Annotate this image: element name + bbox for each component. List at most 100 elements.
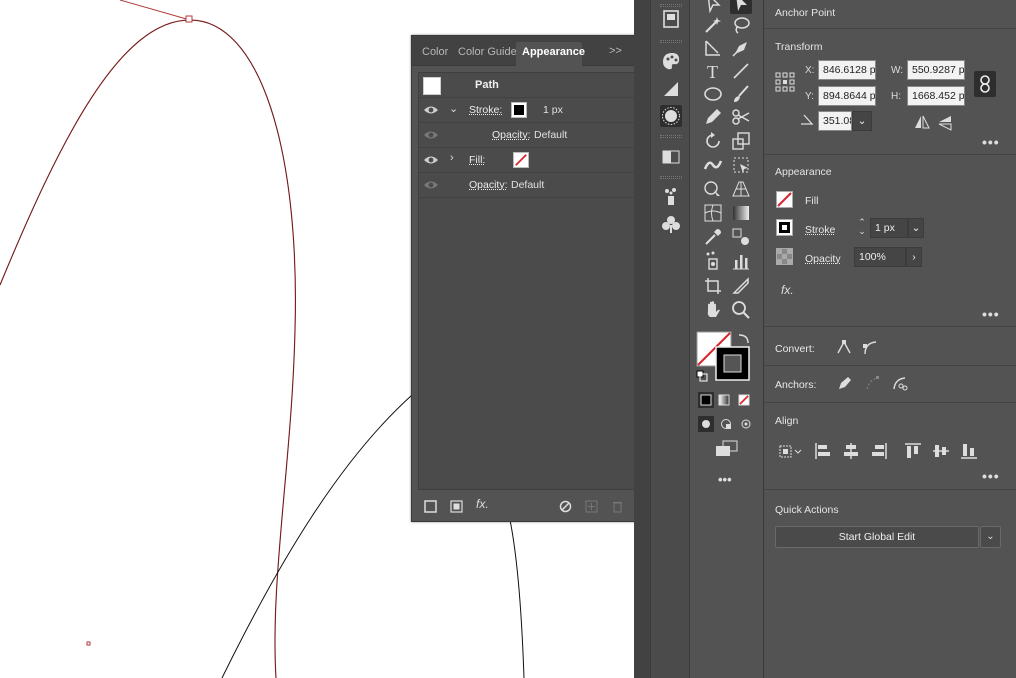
chevron-down-icon[interactable]: ⌄ xyxy=(980,526,1001,548)
column-graph-tool-icon[interactable] xyxy=(730,250,752,272)
chevron-down-icon[interactable]: ⌄ xyxy=(908,218,924,238)
stroke-label[interactable]: Stroke: xyxy=(469,104,502,116)
direct-selection-tool-icon[interactable] xyxy=(702,0,724,14)
opacity-label[interactable]: Opacity: xyxy=(469,179,508,191)
x-position-field[interactable]: 846.6128 p xyxy=(818,60,876,80)
hand-tool-icon[interactable] xyxy=(702,299,724,321)
dock-grip[interactable] xyxy=(660,40,682,43)
visibility-eye-icon[interactable] xyxy=(423,129,439,141)
align-bottom-icon[interactable] xyxy=(960,442,978,460)
width-field[interactable]: 550.9287 p xyxy=(907,60,965,80)
height-field[interactable]: 1668.452 p xyxy=(907,86,965,106)
align-top-icon[interactable] xyxy=(904,442,922,460)
symbols-sprayer-icon[interactable] xyxy=(660,186,682,208)
align-horizontal-center-icon[interactable] xyxy=(842,442,860,460)
magic-wand-tool-icon[interactable] xyxy=(702,14,724,36)
scissors-tool-icon[interactable] xyxy=(730,106,752,128)
remove-anchor-icon[interactable] xyxy=(836,375,853,392)
perspective-grid-tool-icon[interactable] xyxy=(730,178,752,200)
collapse-panel-button[interactable]: >> xyxy=(609,45,622,57)
opacity-label[interactable]: Opacity xyxy=(805,253,841,265)
appearance-row-opacity[interactable]: Opacity: Default xyxy=(419,173,645,198)
chevron-down-icon[interactable]: ⌄ xyxy=(449,102,458,115)
artboards-icon[interactable] xyxy=(660,8,682,30)
chevron-down-icon[interactable]: ⌄ xyxy=(852,111,872,131)
scale-tool-icon[interactable] xyxy=(730,130,752,152)
screen-mode-icon[interactable] xyxy=(715,440,739,458)
selection-tool-icon[interactable] xyxy=(730,0,752,14)
appearance-row-fill[interactable]: › Fill: xyxy=(419,148,645,173)
transform-more-button[interactable]: ••• xyxy=(982,134,1000,150)
shape-builder-tool-icon[interactable] xyxy=(702,178,724,200)
symbol-sprayer-tool-icon[interactable] xyxy=(702,250,724,272)
add-new-fill-icon[interactable] xyxy=(450,500,463,513)
align-to-dropdown-icon[interactable] xyxy=(778,442,802,460)
align-left-icon[interactable] xyxy=(814,442,832,460)
appearance-more-button[interactable]: ••• xyxy=(982,306,1000,322)
fill-label[interactable]: Fill: xyxy=(469,154,485,166)
clear-appearance-icon[interactable] xyxy=(559,500,572,513)
zoom-tool-icon[interactable] xyxy=(730,299,752,321)
fill-none-swatch[interactable] xyxy=(513,152,529,168)
start-global-edit-button[interactable]: Start Global Edit xyxy=(775,526,979,548)
curvature-tool-icon[interactable] xyxy=(730,37,752,59)
trash-icon[interactable] xyxy=(611,500,624,513)
paintbrush-tool-icon[interactable] xyxy=(730,83,752,105)
symbols-club-icon[interactable] xyxy=(660,214,682,236)
visibility-eye-icon[interactable] xyxy=(423,179,439,191)
free-transform-tool-icon[interactable] xyxy=(730,154,752,176)
align-more-button[interactable]: ••• xyxy=(982,468,1000,484)
fill-none-swatch[interactable] xyxy=(776,191,793,208)
transparency-icon[interactable] xyxy=(660,146,682,168)
line-segment-tool-icon[interactable] xyxy=(730,60,752,82)
edit-toolbar-more-button[interactable]: ••• xyxy=(718,472,732,487)
add-new-stroke-icon[interactable] xyxy=(424,500,437,513)
gradient-tool-icon[interactable] xyxy=(730,202,752,224)
convert-to-corner-icon[interactable] xyxy=(836,339,852,355)
appearance-row-stroke-opacity[interactable]: Opacity: Default xyxy=(419,123,645,148)
chevron-right-icon[interactable]: › xyxy=(906,247,922,267)
artboard-tool-icon[interactable] xyxy=(702,275,724,297)
stroke-weight-field[interactable]: 1 px xyxy=(870,218,908,238)
flip-vertical-icon[interactable] xyxy=(938,115,952,131)
shaper-tool-icon[interactable] xyxy=(702,106,724,128)
stroke-swatch[interactable] xyxy=(511,102,527,118)
lasso-tool-icon[interactable] xyxy=(730,14,752,36)
align-vertical-center-icon[interactable] xyxy=(932,442,950,460)
rotate-angle-field[interactable]: 351.08° xyxy=(818,111,852,131)
gradient-icon[interactable] xyxy=(660,78,682,100)
visibility-eye-icon[interactable] xyxy=(423,104,439,116)
appearance-row-stroke[interactable]: ⌄ Stroke: 1 px xyxy=(419,98,645,123)
color-palette-icon[interactable] xyxy=(660,50,682,72)
connect-anchors-icon[interactable] xyxy=(864,375,881,392)
y-position-field[interactable]: 894.8644 p xyxy=(818,86,876,106)
dock-grip[interactable] xyxy=(660,135,682,138)
ellipse-tool-icon[interactable] xyxy=(702,83,724,105)
color-mode-buttons[interactable] xyxy=(697,391,757,409)
add-effect-button[interactable]: fx. xyxy=(476,497,489,511)
tab-color-guide[interactable]: Color Guide xyxy=(452,42,523,66)
default-fill-stroke-icon[interactable] xyxy=(696,370,708,382)
tab-color[interactable]: Color xyxy=(416,42,454,66)
stroke-weight-value[interactable]: 1 px xyxy=(543,104,563,116)
mesh-tool-icon[interactable] xyxy=(702,202,724,224)
stroke-opacity-label[interactable]: Opacity: xyxy=(492,129,531,141)
appearance-row-path[interactable]: Path xyxy=(419,73,645,98)
dock-grip[interactable] xyxy=(660,4,682,7)
add-effect-button[interactable]: fx. xyxy=(781,283,794,297)
blend-tool-icon[interactable] xyxy=(730,226,752,248)
stroke-label[interactable]: Stroke xyxy=(805,224,835,236)
chevron-right-icon[interactable]: › xyxy=(450,152,454,164)
align-right-icon[interactable] xyxy=(870,442,888,460)
width-tool-icon[interactable] xyxy=(702,154,724,176)
draw-mode-buttons[interactable] xyxy=(697,415,757,433)
stroke-swatch[interactable] xyxy=(776,219,793,236)
eyedropper-tool-icon[interactable] xyxy=(702,226,724,248)
constrain-proportions-icon[interactable] xyxy=(974,71,996,97)
cut-path-at-anchor-icon[interactable] xyxy=(891,375,908,392)
dock-grip[interactable] xyxy=(660,176,682,179)
opacity-field[interactable]: 100% xyxy=(854,247,906,267)
convert-to-smooth-icon[interactable] xyxy=(862,339,878,355)
slice-tool-icon[interactable] xyxy=(730,275,752,297)
appearance-panel-icon[interactable] xyxy=(660,105,682,127)
